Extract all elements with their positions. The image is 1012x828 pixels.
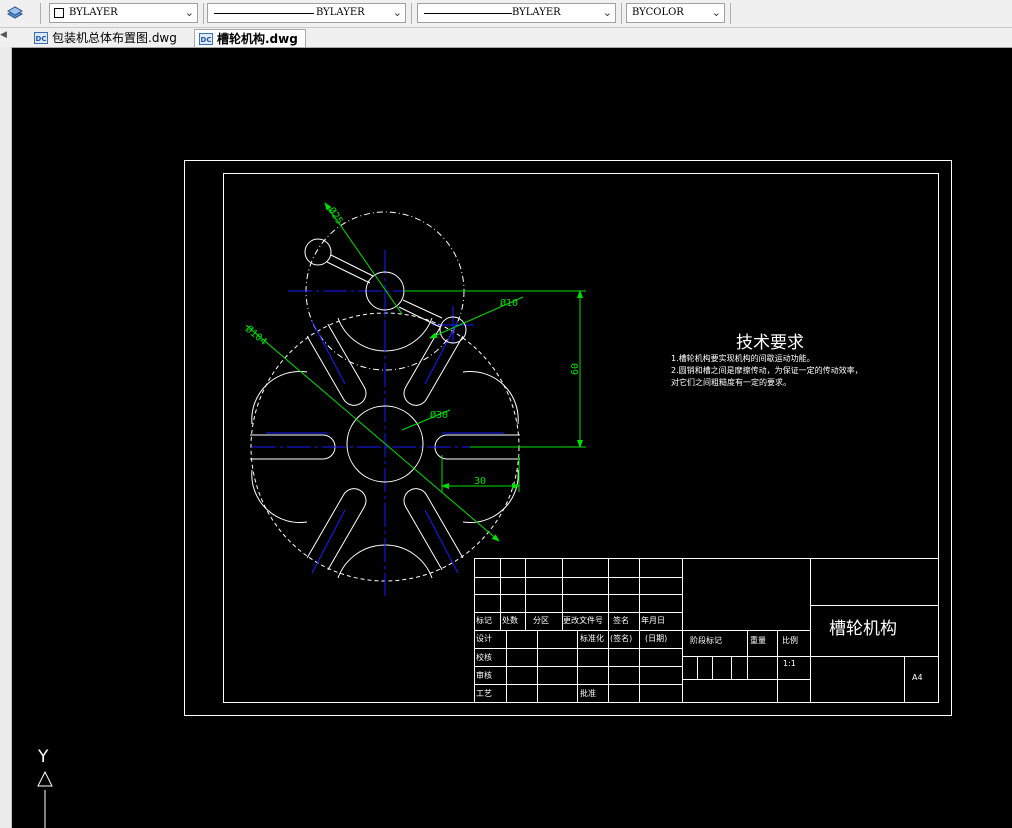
chevron-down-icon: ⌄	[392, 6, 402, 19]
svg-text:对它们之间粗糙度有一定的要求。: 对它们之间粗糙度有一定的要求。	[671, 377, 791, 387]
dim-30: 30	[474, 476, 486, 487]
svg-text:2.圆销和槽之间是摩擦传动，为保证一定的传动效率，: 2.圆销和槽之间是摩擦传动，为保证一定的传动效率，	[671, 365, 863, 375]
left-palette-strip	[0, 47, 12, 828]
dim-d10: Ø10	[500, 297, 518, 309]
svg-text:校核: 校核	[476, 652, 492, 662]
svg-text:签名: 签名	[613, 615, 629, 625]
dim-60: 60	[570, 363, 581, 375]
ucs-y-label: Y	[37, 747, 49, 767]
plotstyle-dropdown[interactable]: BYCOLOR ⌄	[626, 3, 725, 23]
svg-text:(日期): (日期)	[645, 634, 667, 643]
dwg-file-icon: DC	[199, 33, 213, 45]
svg-text:更改文件号: 更改文件号	[563, 615, 603, 625]
tab-layout-drawing[interactable]: DC 包装机总体布置图.dwg	[30, 29, 190, 47]
svg-text:审核: 审核	[476, 670, 492, 680]
chevron-down-icon: ⌄	[711, 6, 721, 19]
linetype-value: BYLAYER	[316, 7, 365, 18]
color-swatch	[54, 8, 64, 18]
document-tabs: ◀ DC 包装机总体布置图.dwg DC 槽轮机构.dwg	[0, 28, 1012, 48]
drawing-name: 槽轮机构	[829, 619, 897, 639]
svg-text:标准化: 标准化	[580, 633, 604, 643]
chevron-down-icon: ⌄	[602, 6, 612, 19]
color-value: BYLAYER	[69, 7, 118, 18]
lineweight-dropdown[interactable]: BYLAYER ⌄	[417, 3, 616, 23]
svg-text:工艺: 工艺	[476, 689, 492, 698]
svg-text:重量: 重量	[750, 635, 766, 645]
chevron-down-icon: ⌄	[184, 6, 194, 19]
tab-scroll-left[interactable]: ◀	[0, 30, 10, 46]
svg-text:分区: 分区	[533, 616, 549, 625]
dim-d30: Ø30	[430, 409, 448, 421]
tab-label: 槽轮机构.dwg	[217, 32, 298, 46]
svg-text:阶段标记: 阶段标记	[690, 635, 722, 645]
tab-sheave-drawing[interactable]: DC 槽轮机构.dwg	[194, 29, 306, 47]
svg-text:年月日: 年月日	[641, 615, 665, 625]
plotstyle-value: BYCOLOR	[632, 7, 684, 18]
svg-text:1:1: 1:1	[783, 659, 796, 668]
tech-title: 技术要求	[736, 333, 804, 353]
linetype-dropdown[interactable]: BYLAYER ⌄	[207, 3, 406, 23]
svg-text:设计: 设计	[476, 633, 492, 643]
lineweight-value: BYLAYER	[512, 7, 561, 18]
color-dropdown[interactable]: BYLAYER ⌄	[49, 3, 198, 23]
dwg-file-icon: DC	[34, 32, 48, 44]
layer-manager-icon[interactable]	[6, 4, 24, 22]
drawing-canvas[interactable]: Ø25 Ø10 Ø104 Ø30 60 30 技术要求 1.槽轮机构要实现机构的…	[12, 48, 1012, 828]
svg-text:比例: 比例	[782, 635, 798, 645]
svg-text:A4: A4	[912, 673, 923, 682]
svg-text:处数: 处数	[502, 615, 518, 625]
tab-label: 包装机总体布置图.dwg	[52, 31, 177, 45]
properties-toolbar: BYLAYER ⌄ BYLAYER ⌄ BYLAYER ⌄ BYCOLOR ⌄	[0, 0, 1012, 28]
svg-text:1.槽轮机构要实现机构的间歇运动功能。: 1.槽轮机构要实现机构的间歇运动功能。	[671, 353, 815, 363]
svg-text:批准: 批准	[580, 688, 596, 698]
svg-text:(签名): (签名)	[610, 633, 632, 643]
svg-text:标记: 标记	[476, 615, 492, 625]
